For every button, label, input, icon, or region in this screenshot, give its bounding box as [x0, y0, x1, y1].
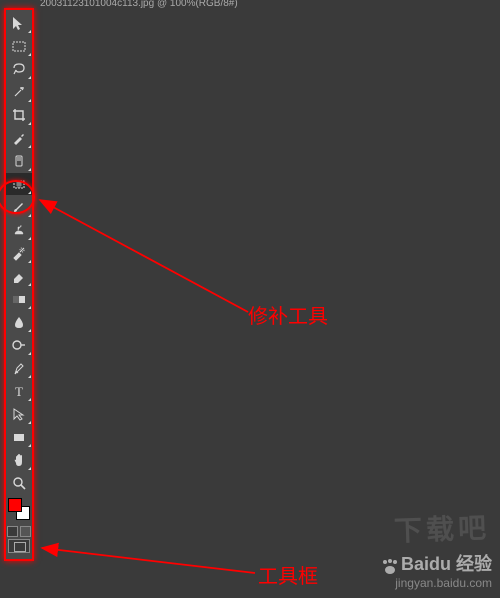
type-tool[interactable]: T	[6, 380, 32, 402]
crop-tool[interactable]	[6, 104, 32, 126]
document-title: 20031123101004c113.jpg @ 100%(RGB/8#)	[40, 0, 238, 8]
spot-healing-brush-tool[interactable]	[6, 150, 32, 172]
foreground-color[interactable]	[8, 498, 22, 512]
svg-text:T: T	[15, 384, 23, 399]
watermark-url: jingyan.baidu.com	[381, 576, 492, 590]
path-selection-tool[interactable]	[6, 403, 32, 425]
baidu-watermark: Baidu 经验 jingyan.baidu.com	[381, 554, 492, 590]
brush-tool[interactable]	[6, 196, 32, 218]
quick-mask-button[interactable]	[20, 526, 31, 537]
gradient-tool[interactable]	[6, 288, 32, 310]
dodge-tool[interactable]	[6, 334, 32, 356]
screen-mode-row	[6, 539, 32, 553]
standard-mode-button[interactable]	[7, 526, 18, 537]
quick-mask-row	[6, 526, 32, 537]
tools-panel: T	[4, 8, 34, 561]
rectangle-tool[interactable]	[6, 426, 32, 448]
clone-stamp-tool[interactable]	[6, 219, 32, 241]
zoom-tool[interactable]	[6, 472, 32, 494]
history-brush-tool[interactable]	[6, 242, 32, 264]
screen-mode-button[interactable]	[8, 539, 30, 553]
eyedropper-tool[interactable]	[6, 127, 32, 149]
color-swatches[interactable]	[6, 496, 32, 524]
lasso-tool[interactable]	[6, 58, 32, 80]
eraser-tool[interactable]	[6, 265, 32, 287]
canvas-area[interactable]	[40, 8, 500, 598]
paw-icon	[381, 560, 399, 574]
move-tool[interactable]	[6, 12, 32, 34]
rectangular-marquee-tool[interactable]	[6, 35, 32, 57]
blur-tool[interactable]	[6, 311, 32, 333]
document-tab[interactable]: 20031123101004c113.jpg @ 100%(RGB/8#)	[40, 0, 238, 8]
hand-tool[interactable]	[6, 449, 32, 471]
patch-tool[interactable]	[6, 173, 32, 195]
watermark-brand: Baidu 经验	[401, 554, 492, 574]
pen-tool[interactable]	[6, 357, 32, 379]
magic-wand-tool[interactable]	[6, 81, 32, 103]
